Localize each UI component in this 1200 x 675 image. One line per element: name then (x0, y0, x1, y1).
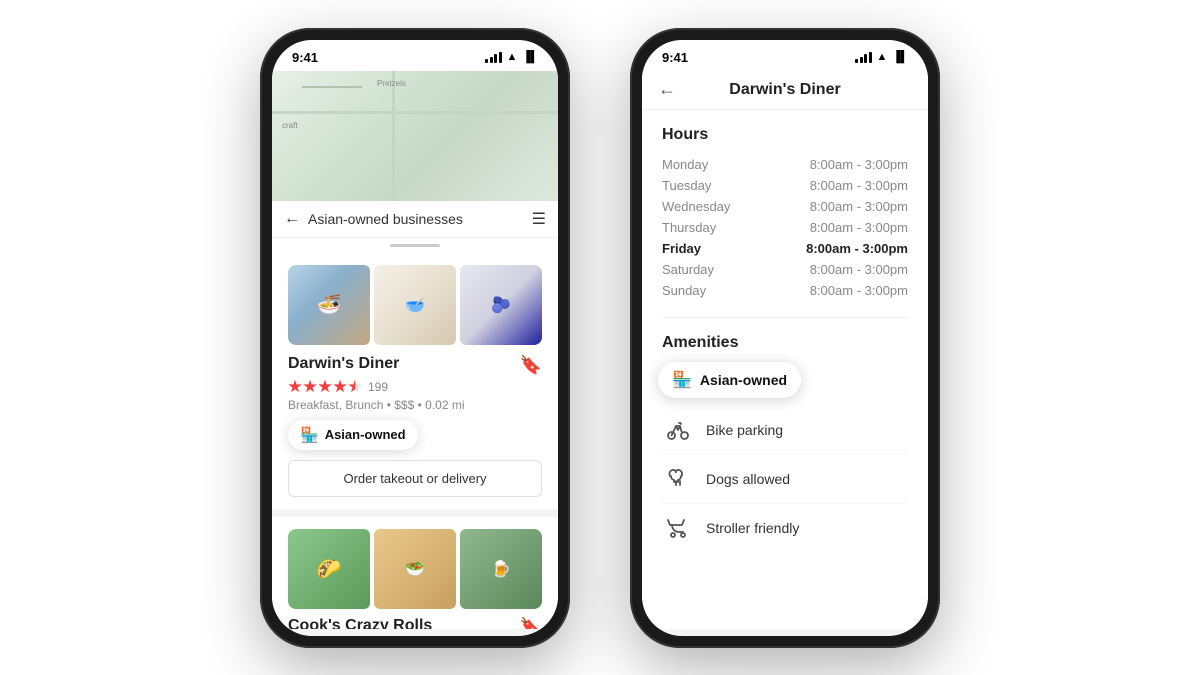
hours-row-saturday: Saturday 8:00am - 3:00pm (662, 259, 908, 280)
restaurant-images-2 (288, 529, 542, 609)
hours-saturday: 8:00am - 3:00pm (810, 262, 908, 277)
hours-row-friday: Friday 8:00am - 3:00pm (662, 238, 908, 259)
hours-row-tuesday: Tuesday 8:00am - 3:00pm (662, 175, 908, 196)
bike-icon (662, 414, 694, 446)
badge-label-1: Asian-owned (325, 427, 406, 442)
status-icons-2: ▲ ▐▌ (855, 51, 908, 63)
star-1 (288, 380, 302, 394)
search-input[interactable]: Asian-owned businesses (308, 211, 524, 227)
star-4 (333, 380, 347, 394)
restaurant-meta: Breakfast, Brunch • $$$ • 0.02 mi (288, 398, 542, 412)
restaurant-image-2-2 (374, 529, 456, 609)
restaurant-name-2[interactable]: Cook's Crazy Rolls (288, 617, 432, 629)
star-5-half (348, 380, 362, 394)
restaurant-images-1 (288, 265, 542, 345)
status-bar-2: 9:41 ▲ ▐▌ (642, 40, 928, 71)
day-sunday: Sunday (662, 283, 706, 298)
hours-row-thursday: Thursday 8:00am - 3:00pm (662, 217, 908, 238)
back-button[interactable]: ← (658, 79, 676, 100)
amenity-bike-parking: Bike parking (662, 406, 908, 455)
badge-label-detail: Asian-owned (700, 372, 787, 388)
detail-header: ← Darwin's Diner (642, 71, 928, 110)
map-area: craft (272, 71, 558, 201)
signal-icon-2 (855, 52, 872, 63)
review-count: 199 (368, 380, 388, 394)
phone1-content: craft ← Asian-owned businesses ☰ (272, 71, 558, 629)
battery-icon-2: ▐▌ (892, 51, 908, 63)
restaurant-image-mid (374, 265, 456, 345)
phone-1-screen: 9:41 ▲ ▐▌ craft ← A (272, 40, 558, 636)
day-wednesday: Wednesday (662, 199, 730, 214)
order-button[interactable]: Order takeout or delivery (288, 460, 542, 497)
hours-thursday: 8:00am - 3:00pm (810, 220, 908, 235)
restaurant-image-2-3 (460, 529, 542, 609)
day-thursday: Thursday (662, 220, 716, 235)
asian-owned-badge-1: 🏪 Asian-owned (288, 420, 418, 450)
stroller-friendly-label: Stroller friendly (706, 520, 799, 536)
restaurant-image-2-1 (288, 529, 370, 609)
restaurant-image-main (288, 265, 370, 345)
wifi-icon: ▲ (507, 51, 518, 63)
star-3 (318, 380, 332, 394)
phone-2: 9:41 ▲ ▐▌ ← Darwin's Diner Hours (630, 28, 940, 648)
map-road-h (272, 111, 558, 114)
dogs-allowed-label: Dogs allowed (706, 471, 790, 487)
star-2 (303, 380, 317, 394)
amenity-dogs-allowed: Dogs allowed (662, 455, 908, 504)
status-bar-1: 9:41 ▲ ▐▌ (272, 40, 558, 71)
hours-row-sunday: Sunday 8:00am - 3:00pm (662, 280, 908, 301)
hours-title: Hours (662, 126, 908, 144)
status-icons-1: ▲ ▐▌ (485, 51, 538, 63)
map-road-v (392, 71, 395, 201)
hours-tuesday: 8:00am - 3:00pm (810, 178, 908, 193)
restaurant-name-1[interactable]: Darwin's Diner (288, 355, 399, 373)
day-friday: Friday (662, 241, 701, 256)
hours-row-monday: Monday 8:00am - 3:00pm (662, 154, 908, 175)
list-view-icon[interactable]: ☰ (532, 209, 546, 229)
hours-monday: 8:00am - 3:00pm (810, 157, 908, 172)
dog-icon (662, 463, 694, 495)
bookmark-icon-2[interactable]: 🔖 (520, 617, 542, 629)
card-divider (272, 509, 558, 517)
restaurant-card-1: Darwin's Diner 🔖 199 Breakfast, Brunch •… (272, 253, 558, 509)
hours-row-wednesday: Wednesday 8:00am - 3:00pm (662, 196, 908, 217)
amenity-stroller-friendly: Stroller friendly (662, 504, 908, 552)
hours-section: Hours Monday 8:00am - 3:00pm Tuesday 8:0… (642, 110, 928, 309)
map-label: craft (282, 121, 298, 130)
bookmark-icon[interactable]: 🔖 (520, 355, 542, 376)
amenities-title: Amenities (662, 334, 908, 352)
detail-title: Darwin's Diner (729, 81, 840, 99)
phone-1: 9:41 ▲ ▐▌ craft ← A (260, 28, 570, 648)
scroll-indicator (272, 238, 558, 253)
time-1: 9:41 (292, 50, 318, 65)
phone-2-screen: 9:41 ▲ ▐▌ ← Darwin's Diner Hours (642, 40, 928, 636)
wifi-icon-2: ▲ (877, 51, 888, 63)
store-heart-icon-detail: 🏪 (672, 370, 692, 390)
restaurant-card-2: Cook's Crazy Rolls 🔖 (272, 517, 558, 629)
hours-friday: 8:00am - 3:00pm (806, 241, 908, 256)
stroller-icon (662, 512, 694, 544)
store-heart-icon: 🏪 (300, 426, 319, 444)
search-bar: ← Asian-owned businesses ☰ (272, 201, 558, 238)
hours-sunday: 8:00am - 3:00pm (810, 283, 908, 298)
asian-owned-badge-detail: 🏪 Asian-owned (658, 362, 801, 398)
back-arrow-icon[interactable]: ← (284, 210, 300, 228)
card-header-2: Cook's Crazy Rolls 🔖 (288, 617, 542, 629)
restaurant-image-right (460, 265, 542, 345)
day-monday: Monday (662, 157, 708, 172)
bike-parking-label: Bike parking (706, 422, 783, 438)
rating-row: 199 (288, 380, 542, 394)
card-header-1: Darwin's Diner 🔖 (288, 355, 542, 376)
phone2-content: ← Darwin's Diner Hours Monday 8:00am - 3… (642, 71, 928, 629)
section-divider (662, 317, 908, 318)
signal-icon (485, 52, 502, 63)
day-saturday: Saturday (662, 262, 714, 277)
battery-icon: ▐▌ (522, 51, 538, 63)
scroll-bar (390, 244, 440, 247)
time-2: 9:41 (662, 50, 688, 65)
day-tuesday: Tuesday (662, 178, 711, 193)
hours-wednesday: 8:00am - 3:00pm (810, 199, 908, 214)
amenities-section: Amenities 🏪 Asian-owned (642, 326, 928, 560)
stars (288, 380, 362, 394)
